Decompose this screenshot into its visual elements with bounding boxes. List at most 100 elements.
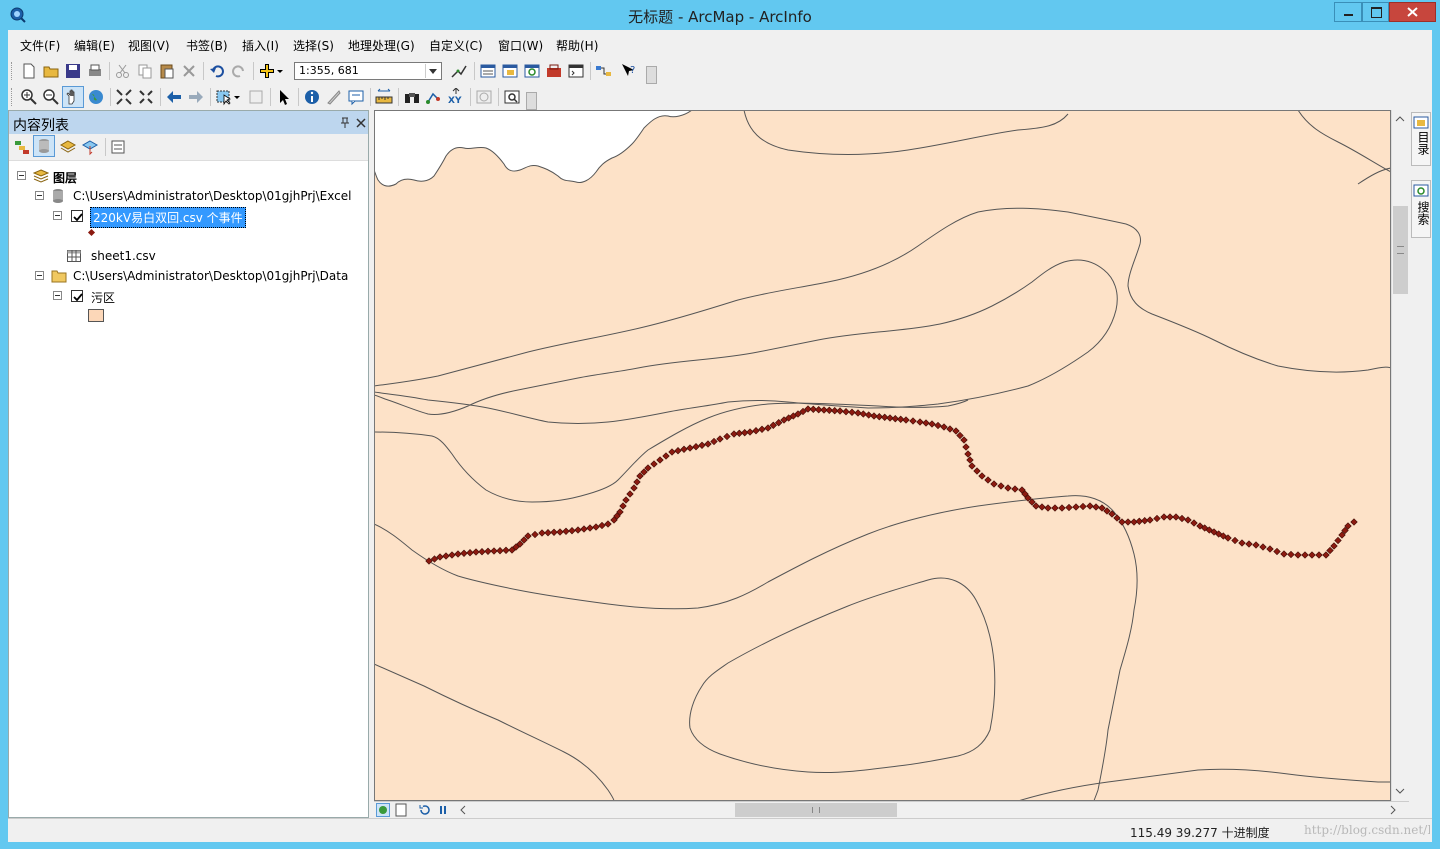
search-window-icon[interactable] <box>523 62 541 80</box>
catalog-window-icon[interactable] <box>501 62 519 80</box>
menu-bookmarks[interactable]: 书签(B) <box>186 37 228 54</box>
go-back-extent-icon[interactable] <box>165 88 183 106</box>
time-slider-icon[interactable] <box>475 88 493 106</box>
search-dock-tab[interactable]: 搜索 <box>1411 180 1431 238</box>
menu-edit[interactable]: 编辑(E) <box>74 37 115 54</box>
go-forward-extent-icon[interactable] <box>187 88 205 106</box>
event-point <box>1044 504 1052 512</box>
menu-geoprocessing[interactable]: 地理处理(G) <box>348 37 415 54</box>
menu-customize[interactable]: 自定义(C) <box>429 37 483 54</box>
fixed-zoom-out-icon[interactable] <box>137 88 155 106</box>
dropdown-arrow-icon[interactable] <box>276 62 284 80</box>
collapse-icon[interactable] <box>17 171 26 180</box>
copy-icon[interactable] <box>136 62 154 80</box>
clear-selection-icon[interactable] <box>247 88 265 106</box>
full-extent-globe-icon[interactable] <box>87 88 105 106</box>
refresh-icon[interactable] <box>418 803 432 817</box>
menu-file[interactable]: 文件(F) <box>20 37 60 54</box>
map-view[interactable] <box>374 110 1391 801</box>
table-of-contents-icon[interactable] <box>479 62 497 80</box>
event-point <box>680 445 688 453</box>
undo-icon[interactable] <box>208 62 226 80</box>
search-icon <box>1413 184 1429 197</box>
options-icon[interactable] <box>109 138 127 156</box>
list-by-drawing-order-icon[interactable] <box>13 138 31 156</box>
fixed-zoom-in-icon[interactable] <box>115 88 133 106</box>
select-features-icon[interactable] <box>215 88 233 106</box>
data-view-button[interactable] <box>376 803 390 817</box>
python-window-icon[interactable] <box>567 62 585 80</box>
scroll-right-arrow-icon[interactable] <box>1386 803 1400 817</box>
go-to-xy-icon[interactable]: XY <box>447 88 465 106</box>
event-point <box>586 524 594 532</box>
scroll-up-arrow-icon[interactable] <box>1392 112 1409 126</box>
new-document-icon[interactable] <box>20 62 38 80</box>
event-point <box>1004 484 1012 492</box>
identify-icon[interactable] <box>303 88 321 106</box>
vertical-scroll-thumb[interactable] <box>1393 206 1408 294</box>
map-canvas[interactable] <box>374 110 1391 801</box>
find-binoculars-icon[interactable] <box>403 88 421 106</box>
events-layer-name[interactable]: 220kV易白双回.csv 个事件 <box>90 207 246 228</box>
horizontal-scroll-thumb[interactable] <box>735 803 897 817</box>
scroll-left-arrow-icon[interactable] <box>456 803 470 817</box>
map-scale-combobox[interactable]: 1:355, 681 <box>294 62 442 80</box>
menu-windows[interactable]: 窗口(W) <box>498 37 543 54</box>
editor-toolbar-icon[interactable] <box>450 62 468 80</box>
whats-this-help-icon[interactable]: ? <box>620 62 638 80</box>
menu-help[interactable]: 帮助(H) <box>556 37 598 54</box>
html-popup-icon[interactable] <box>347 88 365 106</box>
close-button[interactable] <box>1389 2 1436 22</box>
cut-icon[interactable] <box>114 62 132 80</box>
minimize-button[interactable] <box>1334 2 1362 22</box>
collapse-icon[interactable] <box>35 191 44 200</box>
save-icon[interactable] <box>64 62 82 80</box>
list-by-source-button[interactable] <box>33 135 55 157</box>
menu-selection[interactable]: 选择(S) <box>293 37 334 54</box>
delete-icon[interactable] <box>180 62 198 80</box>
collapse-icon[interactable] <box>35 271 44 280</box>
close-icon[interactable] <box>355 117 367 129</box>
model-builder-icon[interactable] <box>595 62 613 80</box>
toolbar-grip[interactable] <box>11 62 15 80</box>
horizontal-scroll-track[interactable] <box>472 803 1384 817</box>
pan-tool-button[interactable] <box>62 86 84 108</box>
toolbar-overflow-button[interactable] <box>526 92 537 110</box>
open-folder-icon[interactable] <box>42 62 60 80</box>
catalog-dock-tab[interactable]: 目录 <box>1411 112 1431 166</box>
toolbar-grip[interactable] <box>11 88 15 106</box>
events-layer-visibility-checkbox[interactable] <box>71 210 83 222</box>
arctoolbox-icon[interactable] <box>545 62 563 80</box>
paste-icon[interactable] <box>158 62 176 80</box>
select-elements-icon[interactable] <box>275 88 293 106</box>
find-route-icon[interactable] <box>425 88 443 106</box>
event-point <box>848 408 856 416</box>
add-data-icon[interactable] <box>258 62 276 80</box>
scroll-down-arrow-icon[interactable] <box>1392 784 1409 798</box>
list-by-visibility-icon[interactable] <box>59 138 77 156</box>
event-point <box>1079 502 1087 511</box>
pin-icon[interactable] <box>339 117 351 129</box>
chevron-down-icon[interactable] <box>425 64 440 78</box>
list-by-selection-icon[interactable] <box>81 138 99 156</box>
toolbar-overflow-button[interactable] <box>646 66 657 84</box>
layout-view-icon[interactable] <box>394 803 408 817</box>
dropdown-arrow-icon[interactable] <box>233 88 241 106</box>
collapse-icon[interactable] <box>53 291 62 300</box>
zoom-in-icon[interactable] <box>20 88 38 106</box>
pause-drawing-icon[interactable] <box>436 803 450 817</box>
print-icon[interactable] <box>86 62 104 80</box>
maximize-button[interactable] <box>1362 2 1389 22</box>
menu-view[interactable]: 视图(V) <box>128 37 170 54</box>
region-layer-visibility-checkbox[interactable] <box>71 290 83 302</box>
event-point <box>442 552 450 560</box>
menu-insert[interactable]: 插入(I) <box>242 37 279 54</box>
magnifier-window-icon[interactable] <box>503 88 521 106</box>
measure-icon[interactable] <box>375 88 393 106</box>
zoom-out-icon[interactable] <box>42 88 60 106</box>
redo-icon[interactable] <box>230 62 248 80</box>
collapse-icon[interactable] <box>53 211 62 220</box>
event-point <box>460 549 468 557</box>
hyperlink-icon[interactable] <box>325 88 343 106</box>
map-vertical-scrollbar[interactable] <box>1391 110 1410 801</box>
